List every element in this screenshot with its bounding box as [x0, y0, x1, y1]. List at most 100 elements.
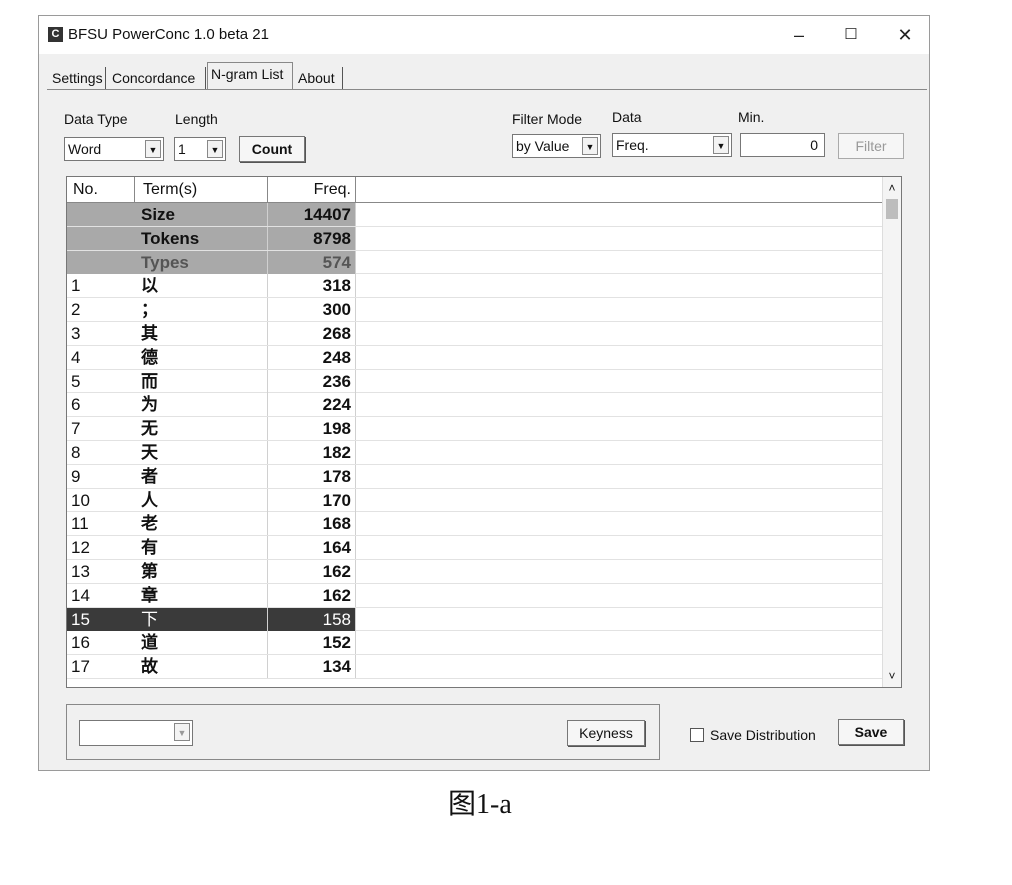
- min-label: Min.: [738, 109, 765, 125]
- freq-cell: 318: [268, 274, 356, 298]
- freq-cell: 162: [268, 583, 356, 607]
- term-cell: 老: [135, 512, 268, 536]
- table-row[interactable]: 8 天 182: [67, 440, 883, 465]
- table-row[interactable]: 7 无 198: [67, 417, 883, 441]
- title-bar: C BFSU PowerConc 1.0 beta 21 – ☐ ✕: [39, 16, 929, 54]
- table-row[interactable]: 9 者 178: [67, 464, 883, 489]
- row-number: 9: [71, 466, 81, 486]
- row-number: 2: [71, 300, 81, 320]
- vertical-scrollbar[interactable]: ˄ ˅: [882, 177, 901, 687]
- term-cell: 章: [135, 583, 268, 607]
- freq-cell: 236: [268, 369, 356, 393]
- table-row[interactable]: 5 而 236: [67, 369, 883, 394]
- column-header-freq[interactable]: Freq.: [268, 177, 356, 203]
- minimize-button[interactable]: –: [779, 20, 819, 50]
- table-row[interactable]: 13 第 162: [67, 559, 883, 584]
- scroll-up-icon[interactable]: ˄: [883, 179, 901, 197]
- term-cell: 人: [135, 488, 268, 512]
- term-cell: ；: [135, 298, 268, 322]
- freq-cell: 248: [268, 345, 356, 369]
- tab-about[interactable]: About: [295, 67, 343, 89]
- summary-row[interactable]: Tokens 8798: [67, 226, 883, 251]
- summary-label: Size: [135, 203, 268, 226]
- tab-concordance[interactable]: Concordance: [109, 67, 206, 89]
- keyness-button[interactable]: Keyness: [567, 720, 645, 746]
- chevron-down-icon[interactable]: ▼: [582, 137, 598, 155]
- table-row[interactable]: 2 ； 300: [67, 298, 883, 322]
- close-button[interactable]: ✕: [885, 20, 925, 50]
- term-cell: 第: [135, 559, 268, 583]
- data-type-select[interactable]: Word ▼: [64, 137, 164, 161]
- length-select[interactable]: 1 ▼: [174, 137, 226, 161]
- length-label: Length: [175, 111, 218, 127]
- term-cell: 无: [135, 417, 268, 441]
- table-row[interactable]: 11 老 168: [67, 512, 883, 537]
- row-number: 7: [71, 419, 81, 439]
- freq-cell: 152: [268, 631, 356, 655]
- freq-cell: 182: [268, 440, 356, 464]
- count-button[interactable]: Count: [239, 136, 305, 162]
- data-select[interactable]: Freq. ▼: [612, 133, 732, 157]
- term-cell: 天: [135, 440, 268, 464]
- freq-cell: 162: [268, 559, 356, 583]
- table-row[interactable]: 6 为 224: [67, 393, 883, 418]
- summary-label: Tokens: [135, 226, 268, 250]
- freq-cell: 134: [268, 655, 356, 679]
- row-number: 13: [71, 561, 90, 581]
- table-row[interactable]: 3 其 268: [67, 321, 883, 346]
- min-input[interactable]: 0: [740, 133, 825, 157]
- chevron-down-icon[interactable]: ▼: [713, 136, 729, 154]
- reference-select[interactable]: ▼: [79, 720, 193, 746]
- summary-value: 8798: [268, 226, 356, 250]
- term-cell: 以: [135, 274, 268, 298]
- table-row[interactable]: 4 德 248: [67, 345, 883, 370]
- summary-row[interactable]: Size 14407: [67, 203, 883, 227]
- maximize-button[interactable]: ☐: [831, 20, 871, 50]
- row-number: 5: [71, 371, 81, 391]
- column-header-no[interactable]: No.: [67, 177, 135, 203]
- filter-mode-select[interactable]: by Value ▼: [512, 134, 601, 158]
- term-cell: 德: [135, 345, 268, 369]
- freq-cell: 164: [268, 536, 356, 560]
- filter-button[interactable]: Filter: [838, 133, 904, 159]
- row-number: [67, 250, 135, 274]
- chevron-down-icon[interactable]: ▼: [207, 140, 223, 158]
- tab-settings[interactable]: Settings: [49, 67, 106, 89]
- freq-cell: 178: [268, 464, 356, 488]
- row-number: 11: [71, 514, 89, 534]
- chevron-down-icon[interactable]: ▼: [174, 723, 190, 741]
- summary-value: 14407: [268, 203, 356, 226]
- term-cell: 故: [135, 655, 268, 679]
- term-cell: 有: [135, 536, 268, 560]
- scroll-down-icon[interactable]: ˅: [883, 667, 901, 685]
- app-logo-icon: C: [48, 27, 63, 42]
- summary-row[interactable]: Types 574: [67, 250, 883, 275]
- table-row[interactable]: 16 道 152: [67, 631, 883, 656]
- data-type-label: Data Type: [64, 111, 128, 127]
- chevron-down-icon[interactable]: ▼: [145, 140, 161, 158]
- table-row[interactable]: 14 章 162: [67, 583, 883, 608]
- window-title: BFSU PowerConc 1.0 beta 21: [68, 26, 269, 43]
- ngram-table: No. Term(s) Freq. Size 14407 Tokens 8798 Typ…: [66, 176, 902, 688]
- save-distribution-checkbox[interactable]: [690, 728, 704, 742]
- term-cell: 其: [135, 321, 268, 345]
- freq-cell: 198: [268, 417, 356, 441]
- tab-ngram-list[interactable]: N-gram List: [207, 62, 293, 90]
- scroll-thumb[interactable]: [886, 199, 898, 219]
- save-button[interactable]: Save: [838, 719, 904, 745]
- freq-cell: 224: [268, 393, 356, 417]
- table-row[interactable]: 12 有 164: [67, 536, 883, 560]
- term-cell: 道: [135, 631, 268, 655]
- table-row[interactable]: 1 以 318: [67, 274, 883, 299]
- row-number: 3: [71, 323, 81, 343]
- table-row[interactable]: 10 人 170: [67, 488, 883, 513]
- data-type-value: Word: [68, 141, 102, 157]
- table-row[interactable]: 15 下 158: [67, 607, 883, 632]
- column-header-term[interactable]: Term(s): [135, 177, 268, 203]
- freq-cell: 168: [268, 512, 356, 536]
- table-row[interactable]: 17 故 134: [67, 655, 883, 679]
- summary-value: 574: [268, 250, 356, 274]
- row-number: 14: [71, 585, 90, 605]
- save-distribution-label[interactable]: Save Distribution: [710, 727, 816, 743]
- filter-mode-label: Filter Mode: [512, 111, 583, 127]
